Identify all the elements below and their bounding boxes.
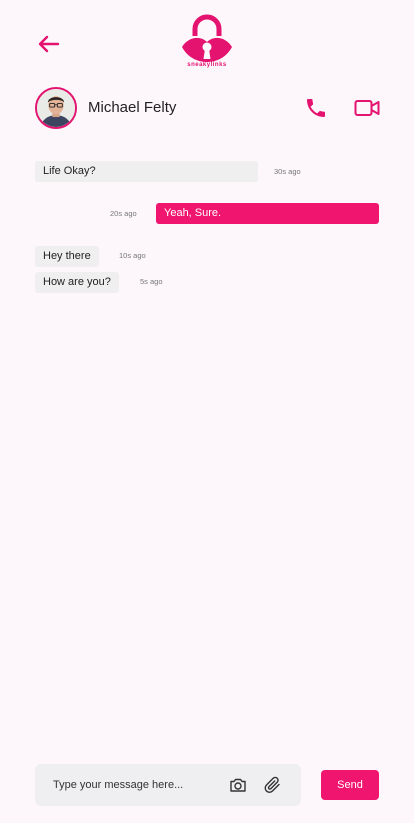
message-bubble-outgoing: Yeah, Sure. [156,203,379,224]
camera-icon[interactable] [229,776,247,794]
message-timestamp: 20s ago [110,209,137,218]
message-bubble-incoming: Life Okay? [35,161,258,182]
contact-name: Michael Felty [88,99,177,116]
message-timestamp: 5s ago [140,277,163,286]
send-button[interactable]: Send [321,770,379,800]
message-bubble-incoming: How are you? [35,272,119,293]
message-input[interactable] [53,764,213,806]
back-arrow-icon[interactable] [36,34,60,54]
paperclip-icon[interactable] [264,776,282,794]
video-camera-icon[interactable] [354,96,380,120]
phone-icon[interactable] [304,96,328,120]
contact-avatar[interactable] [35,87,77,129]
brand-name: sneakylinks [187,62,227,68]
message-timestamp: 30s ago [274,167,301,176]
message-composer [35,764,301,806]
message-timestamp: 10s ago [119,251,146,260]
message-bubble-incoming: Hey there [35,246,99,267]
